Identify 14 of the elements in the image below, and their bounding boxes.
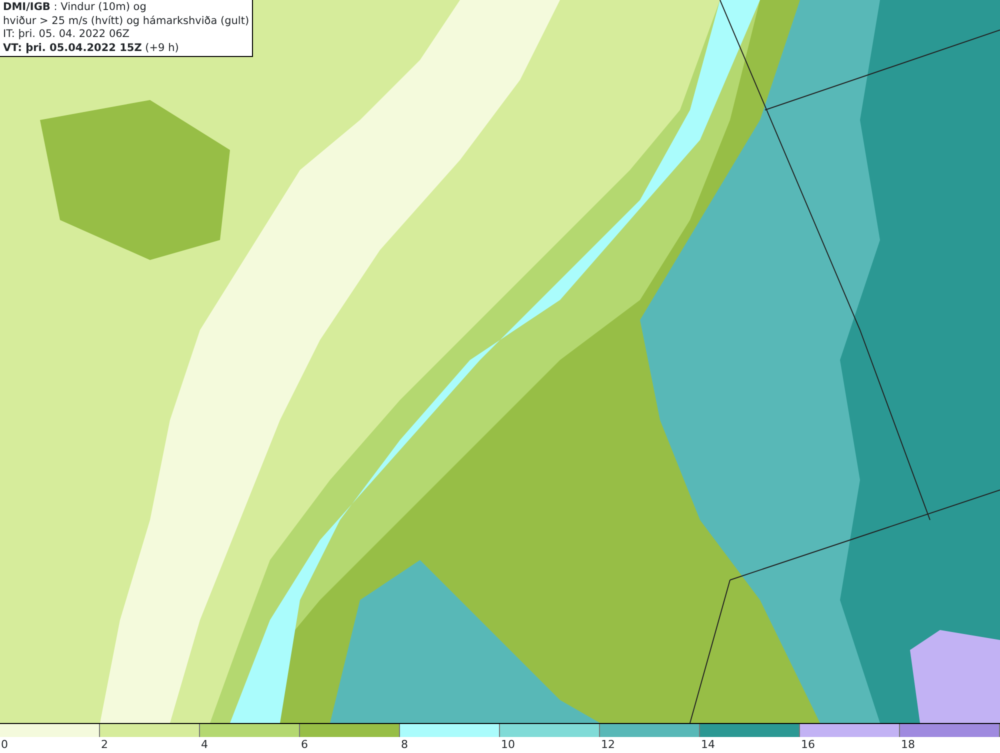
legend-label: 10 [500, 738, 515, 751]
caption-line: DMI/IGB : Vindur (10m) og [3, 1, 148, 14]
caption-line: VT: þri. 05.04.2022 15Z (+9 h) [3, 42, 180, 55]
legend-label: 18 [900, 738, 915, 751]
legend-label: 14 [700, 738, 715, 751]
legend-label: 0 [0, 738, 8, 751]
legend-label: 6 [300, 738, 308, 751]
legend-label: 8 [400, 738, 408, 751]
legend-label: 12 [600, 738, 615, 751]
caption-line: IT: þri. 05. 04. 2022 06Z [3, 28, 130, 42]
legend-label: 4 [200, 738, 208, 751]
legend-label: 16 [800, 738, 815, 751]
legend-label: 2 [100, 738, 108, 751]
caption-line: hviður > 25 m/s (hvítt) og hámarkshviða (gult) [3, 14, 250, 28]
